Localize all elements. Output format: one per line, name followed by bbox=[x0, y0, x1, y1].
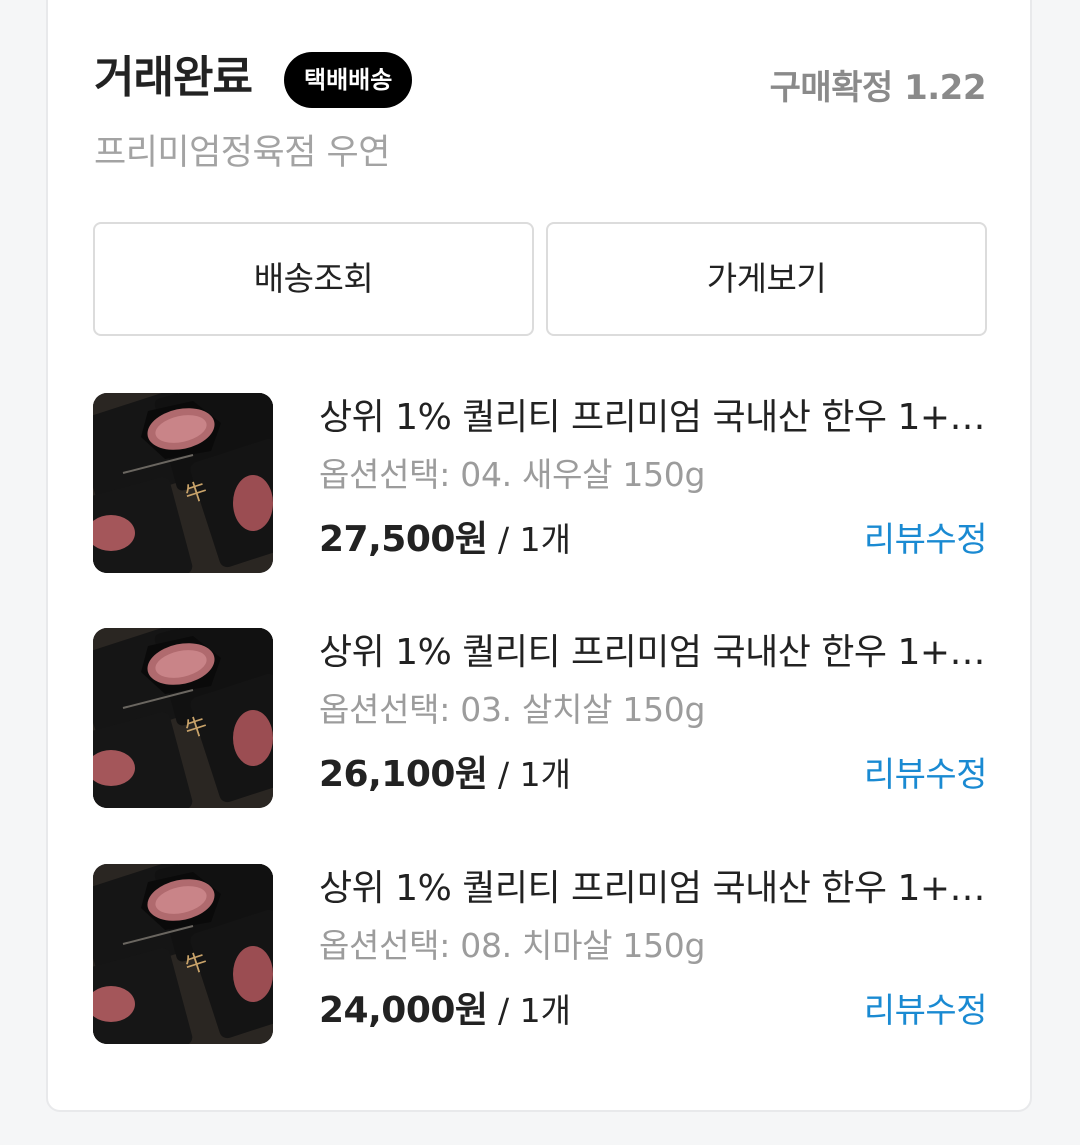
edit-review-link[interactable]: 리뷰수정 bbox=[864, 752, 988, 798]
item-option: 옵션선택: 03. 살치살 150g bbox=[319, 690, 706, 729]
item-price: 27,500원 bbox=[319, 519, 488, 560]
order-status-title: 거래완료 bbox=[94, 52, 253, 103]
item-quantity: 1개 bbox=[519, 755, 572, 794]
price-separator: / bbox=[487, 991, 520, 1030]
purchase-confirm-date: 구매확정 1.22 bbox=[769, 68, 987, 108]
product-thumbnail[interactable]: 牛 bbox=[93, 393, 273, 573]
price-separator: / bbox=[487, 520, 520, 559]
store-name[interactable]: 프리미엄정육점 우연 bbox=[94, 130, 390, 176]
item-option: 옵션선택: 08. 치마살 150g bbox=[319, 926, 706, 965]
meat-product-image: 牛 bbox=[93, 393, 273, 573]
delivery-type-badge: 택배배송 bbox=[284, 52, 413, 108]
order-item[interactable]: 牛 상위 1% 퀄리티 프리미엄 국내산 한우 1++ 구이용 부위 150g … bbox=[93, 393, 988, 575]
edit-review-link[interactable]: 리뷰수정 bbox=[864, 517, 988, 563]
item-price-row: 24,000원 / 1개 bbox=[319, 988, 571, 1040]
edit-review-link[interactable]: 리뷰수정 bbox=[864, 988, 988, 1034]
item-price: 26,100원 bbox=[319, 754, 488, 795]
product-thumbnail[interactable]: 牛 bbox=[93, 864, 273, 1044]
price-separator: / bbox=[487, 755, 520, 794]
item-price-row: 27,500원 / 1개 bbox=[319, 517, 571, 569]
order-item[interactable]: 牛 상위 1% 퀄리티 프리미엄 국내산 한우 1++ 구이용 부위 150g … bbox=[93, 864, 988, 1046]
item-title[interactable]: 상위 1% 퀄리티 프리미엄 국내산 한우 1++ 구이용 부위 150g bbox=[319, 395, 987, 441]
item-quantity: 1개 bbox=[519, 991, 572, 1030]
item-title[interactable]: 상위 1% 퀄리티 프리미엄 국내산 한우 1++ 구이용 부위 150g bbox=[319, 630, 987, 676]
order-item[interactable]: 牛 상위 1% 퀄리티 프리미엄 국내산 한우 1++ 구이용 부위 150g … bbox=[93, 628, 988, 810]
track-delivery-button[interactable]: 배송조회 bbox=[93, 222, 534, 336]
meat-product-image: 牛 bbox=[93, 628, 273, 808]
item-price-row: 26,100원 / 1개 bbox=[319, 752, 571, 804]
item-option: 옵션선택: 04. 새우살 150g bbox=[319, 455, 706, 494]
meat-product-image: 牛 bbox=[93, 864, 273, 1044]
item-quantity: 1개 bbox=[519, 520, 572, 559]
product-thumbnail[interactable]: 牛 bbox=[93, 628, 273, 808]
view-store-button[interactable]: 가게보기 bbox=[546, 222, 987, 336]
item-price: 24,000원 bbox=[319, 990, 488, 1031]
item-title[interactable]: 상위 1% 퀄리티 프리미엄 국내산 한우 1++ 구이용 부위 150g bbox=[319, 866, 987, 912]
